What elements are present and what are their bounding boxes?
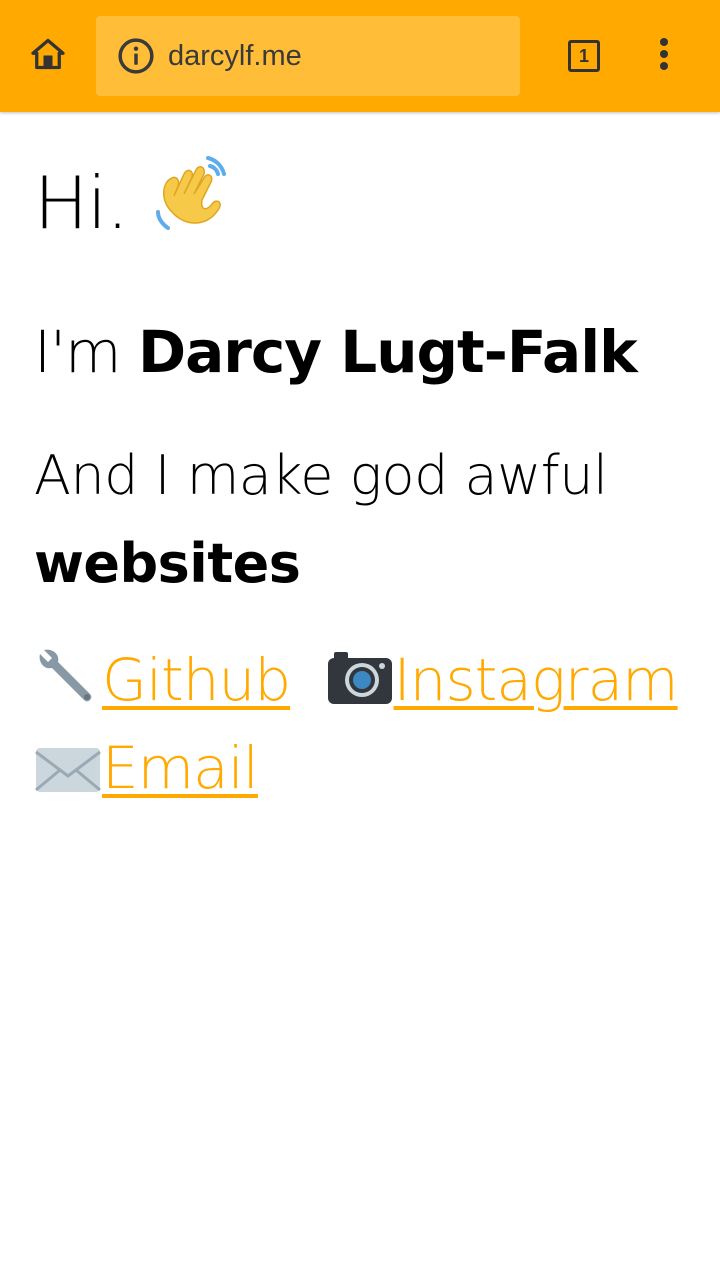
instagram-link[interactable]: Instagram [394,646,679,714]
tagline-emphasis: websites [34,532,301,595]
envelope-icon [34,732,102,792]
camera-icon [326,644,394,704]
social-links: Github Instagram Email [34,636,694,812]
author-name: Darcy Lugt-Falk [138,318,638,386]
email-link[interactable]: Email [102,734,259,802]
wrench-icon [34,640,102,702]
greeting-heading: Hi. [34,152,234,251]
github-link-group: Github [34,646,291,714]
home-button[interactable] [24,32,72,80]
home-icon [30,36,66,76]
intro-prefix: I'm [34,318,122,386]
tab-switcher-button[interactable]: 1 [560,32,608,80]
greeting-text: Hi. [34,161,129,245]
tabs-icon: 1 [568,40,600,72]
instagram-link-group: Instagram [308,644,679,714]
intro-line: I'm Darcy Lugt-Falk [34,312,638,392]
info-icon[interactable] [116,36,156,76]
email-link-group: Email [34,732,259,802]
address-bar[interactable]: darcylf.me [96,16,520,96]
tagline-prefix: And I make god awful [34,444,608,507]
more-vert-icon [658,36,670,76]
github-link[interactable]: Github [102,646,291,714]
more-menu-button[interactable] [640,32,688,80]
waving-hand-icon [150,156,234,244]
browser-toolbar: darcylf.me 1 [0,0,720,112]
tagline: And I make god awful websites [34,432,694,608]
url-text: darcylf.me [168,40,302,72]
